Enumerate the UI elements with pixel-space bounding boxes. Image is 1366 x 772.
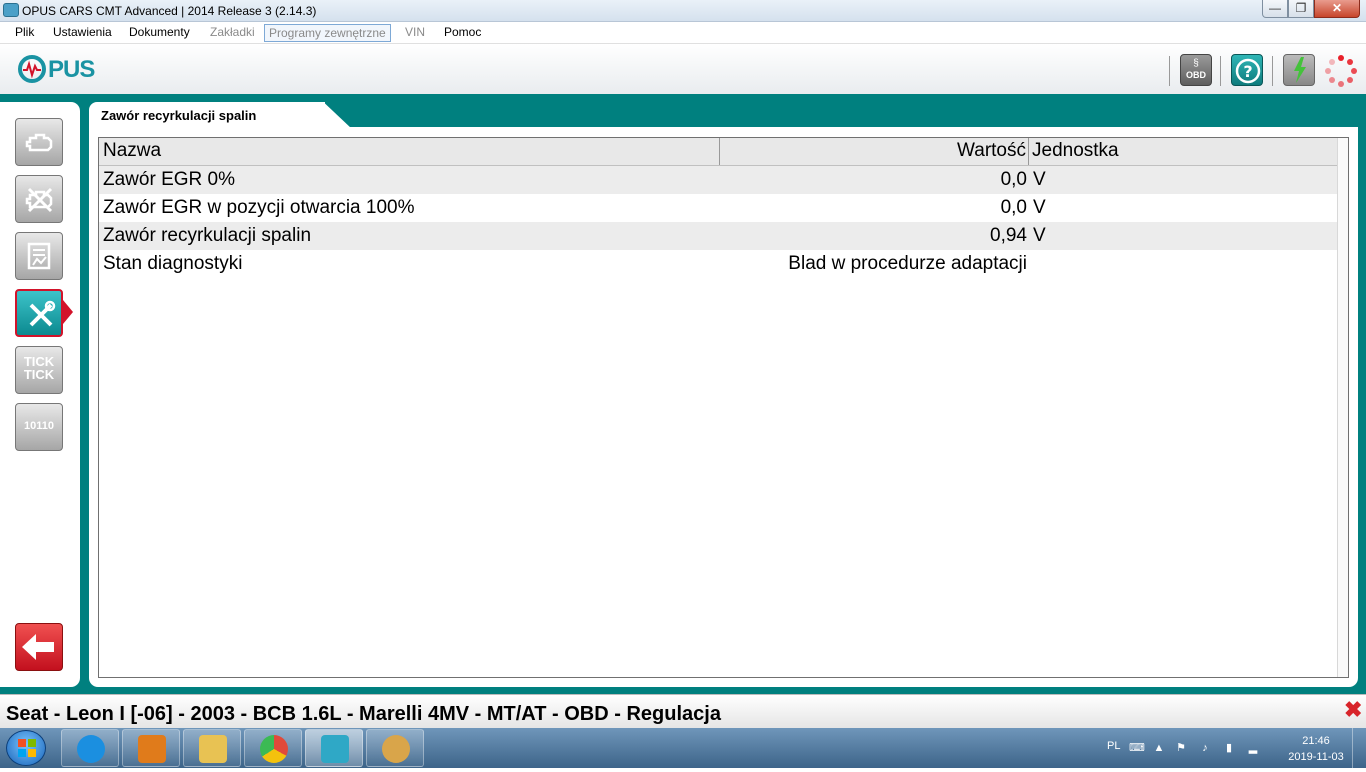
close-session-icon[interactable]: ✖ xyxy=(1344,699,1362,721)
app-header: PUS § OBD ? xyxy=(0,44,1366,94)
internet-explorer-icon xyxy=(77,735,105,763)
table-row[interactable]: Zawór EGR w pozycji otwarcia 100% 0,0 V xyxy=(99,194,1348,222)
cell-name: Zawór EGR w pozycji otwarcia 100% xyxy=(103,197,415,218)
opus-logo: PUS xyxy=(18,54,98,84)
sidebar-service-tools-button[interactable] xyxy=(15,289,63,337)
coding-label: 10110 xyxy=(24,420,54,432)
clock-time[interactable]: 21:46 xyxy=(1291,735,1341,747)
cell-unit: V xyxy=(1033,225,1046,246)
clock-date[interactable]: 2019-11-03 xyxy=(1285,751,1347,763)
header-separator xyxy=(1272,56,1273,86)
paint-icon xyxy=(382,735,410,763)
taskbar-file-explorer[interactable] xyxy=(183,729,241,767)
title-bar: OPUS CARS CMT Advanced | 2014 Release 3 … xyxy=(0,0,1366,22)
sidebar-engine-button[interactable] xyxy=(15,118,63,166)
clear-errors-icon xyxy=(25,187,53,213)
column-header-value[interactable]: Wartość xyxy=(720,138,1029,165)
keyboard-icon[interactable]: ⌨ xyxy=(1129,742,1145,754)
data-grid: Nazwa Wartość Jednostka Zawór EGR 0% 0,0… xyxy=(98,137,1349,678)
sidebar-coding-button[interactable]: 10110 xyxy=(15,403,63,451)
column-header-unit[interactable]: Jednostka xyxy=(1029,138,1339,165)
help-icon[interactable]: ? xyxy=(1231,54,1263,86)
vertical-scrollbar[interactable] xyxy=(1337,138,1348,677)
chrome-icon xyxy=(260,735,288,763)
table-row[interactable]: Zawór recyrkulacji spalin 0,94 V xyxy=(99,222,1348,250)
cell-unit: V xyxy=(1033,169,1046,190)
menu-bar: Plik Ustawienia Dokumenty Zakładki Progr… xyxy=(0,22,1366,44)
start-button[interactable] xyxy=(6,730,46,766)
active-indicator-arrow xyxy=(63,300,73,324)
help-glyph: ? xyxy=(1235,58,1261,84)
file-explorer-icon xyxy=(199,735,227,763)
service-tools-icon xyxy=(29,300,56,327)
logo-ring xyxy=(18,55,46,83)
menu-zakladki[interactable]: Zakładki xyxy=(206,24,259,42)
taskbar: PL ⌨ ▲ ⚑ ♪ ▮ ▂ 21:46 2019-11-03 xyxy=(0,728,1366,768)
sidebar-clear-errors-button[interactable] xyxy=(15,175,63,223)
logo-text: PUS xyxy=(48,56,95,83)
windows-logo-icon xyxy=(18,739,36,757)
table-row[interactable]: Stan diagnostyki Blad w procedurze adapt… xyxy=(99,250,1348,278)
minimize-button[interactable]: — xyxy=(1262,0,1288,18)
taskbar-media-player[interactable] xyxy=(122,729,180,767)
language-indicator[interactable]: PL xyxy=(1107,740,1120,752)
pulse-icon xyxy=(23,60,41,79)
cell-value: 0,0 xyxy=(1000,197,1027,218)
battery-tray-icon[interactable]: ▮ xyxy=(1223,742,1235,754)
show-desktop-button[interactable] xyxy=(1352,728,1366,768)
menu-vin[interactable]: VIN xyxy=(401,24,429,42)
header-separator xyxy=(1169,56,1170,86)
back-arrow-icon xyxy=(22,634,54,660)
svg-text:?: ? xyxy=(1243,62,1252,81)
show-hidden-icons[interactable]: ▲ xyxy=(1153,742,1165,754)
taskbar-chrome[interactable] xyxy=(244,729,302,767)
back-button[interactable] xyxy=(15,623,63,671)
menu-dokumenty[interactable]: Dokumenty xyxy=(125,24,194,42)
taskbar-paint[interactable] xyxy=(366,729,424,767)
grid-header: Nazwa Wartość Jednostka xyxy=(99,138,1339,166)
app-icon xyxy=(3,3,19,17)
menu-plik[interactable]: Plik xyxy=(11,24,38,42)
close-button[interactable]: ✕ xyxy=(1314,0,1360,18)
table-row[interactable]: Zawór EGR 0% 0,0 V xyxy=(99,166,1348,194)
sidebar-live-data-button[interactable] xyxy=(15,232,63,280)
network-signal-icon[interactable]: ▂ xyxy=(1247,742,1259,754)
taskbar-internet-explorer[interactable] xyxy=(61,729,119,767)
menu-pomoc[interactable]: Pomoc xyxy=(440,24,485,42)
window-title: OPUS CARS CMT Advanced | 2014 Release 3 … xyxy=(22,4,317,18)
cell-value: 0,94 xyxy=(990,225,1027,246)
system-tray: PL ⌨ ▲ ⚑ ♪ ▮ ▂ 21:46 2019-11-03 xyxy=(1095,728,1366,768)
cell-name: Zawór recyrkulacji spalin xyxy=(103,225,312,246)
tick-label-bottom: TICK xyxy=(23,367,55,382)
column-header-name[interactable]: Nazwa xyxy=(99,138,720,165)
obd-symbol: § xyxy=(1193,58,1199,69)
volume-icon[interactable]: ♪ xyxy=(1199,742,1211,754)
engine-icon xyxy=(25,133,53,152)
vehicle-status-text: Seat - Leon I [-06] - 2003 - BCB 1.6L - … xyxy=(6,703,721,725)
header-separator xyxy=(1220,56,1221,86)
loading-spinner-icon xyxy=(1324,54,1358,87)
action-center-flag-icon[interactable]: ⚑ xyxy=(1175,742,1187,754)
cell-value: 0,0 xyxy=(1000,169,1027,190)
sidebar-tick-button[interactable]: TICK TICK xyxy=(15,346,63,394)
battery-icon xyxy=(1283,54,1315,86)
obd-icon[interactable]: § OBD xyxy=(1180,54,1212,86)
taskbar-opus-cars[interactable] xyxy=(305,729,363,767)
status-bar: Seat - Leon I [-06] - 2003 - BCB 1.6L - … xyxy=(0,694,1366,728)
tab-label: Zawór recyrkulacji spalin xyxy=(101,108,257,123)
battery-glyph xyxy=(1294,57,1306,83)
obd-label: OBD xyxy=(1186,70,1206,80)
cell-value: Blad w procedurze adaptacji xyxy=(788,253,1027,274)
cell-unit: V xyxy=(1033,197,1046,218)
live-data-icon xyxy=(27,242,51,270)
cell-name: Stan diagnostyki xyxy=(103,253,243,274)
opus-cars-icon xyxy=(321,735,349,763)
menu-ustawienia[interactable]: Ustawienia xyxy=(49,24,116,42)
cell-name: Zawór EGR 0% xyxy=(103,169,235,190)
media-player-icon xyxy=(138,735,166,763)
maximize-button[interactable]: ❐ xyxy=(1288,0,1314,18)
menu-programy-zewnetrzne[interactable]: Programy zewnętrzne xyxy=(264,24,391,42)
